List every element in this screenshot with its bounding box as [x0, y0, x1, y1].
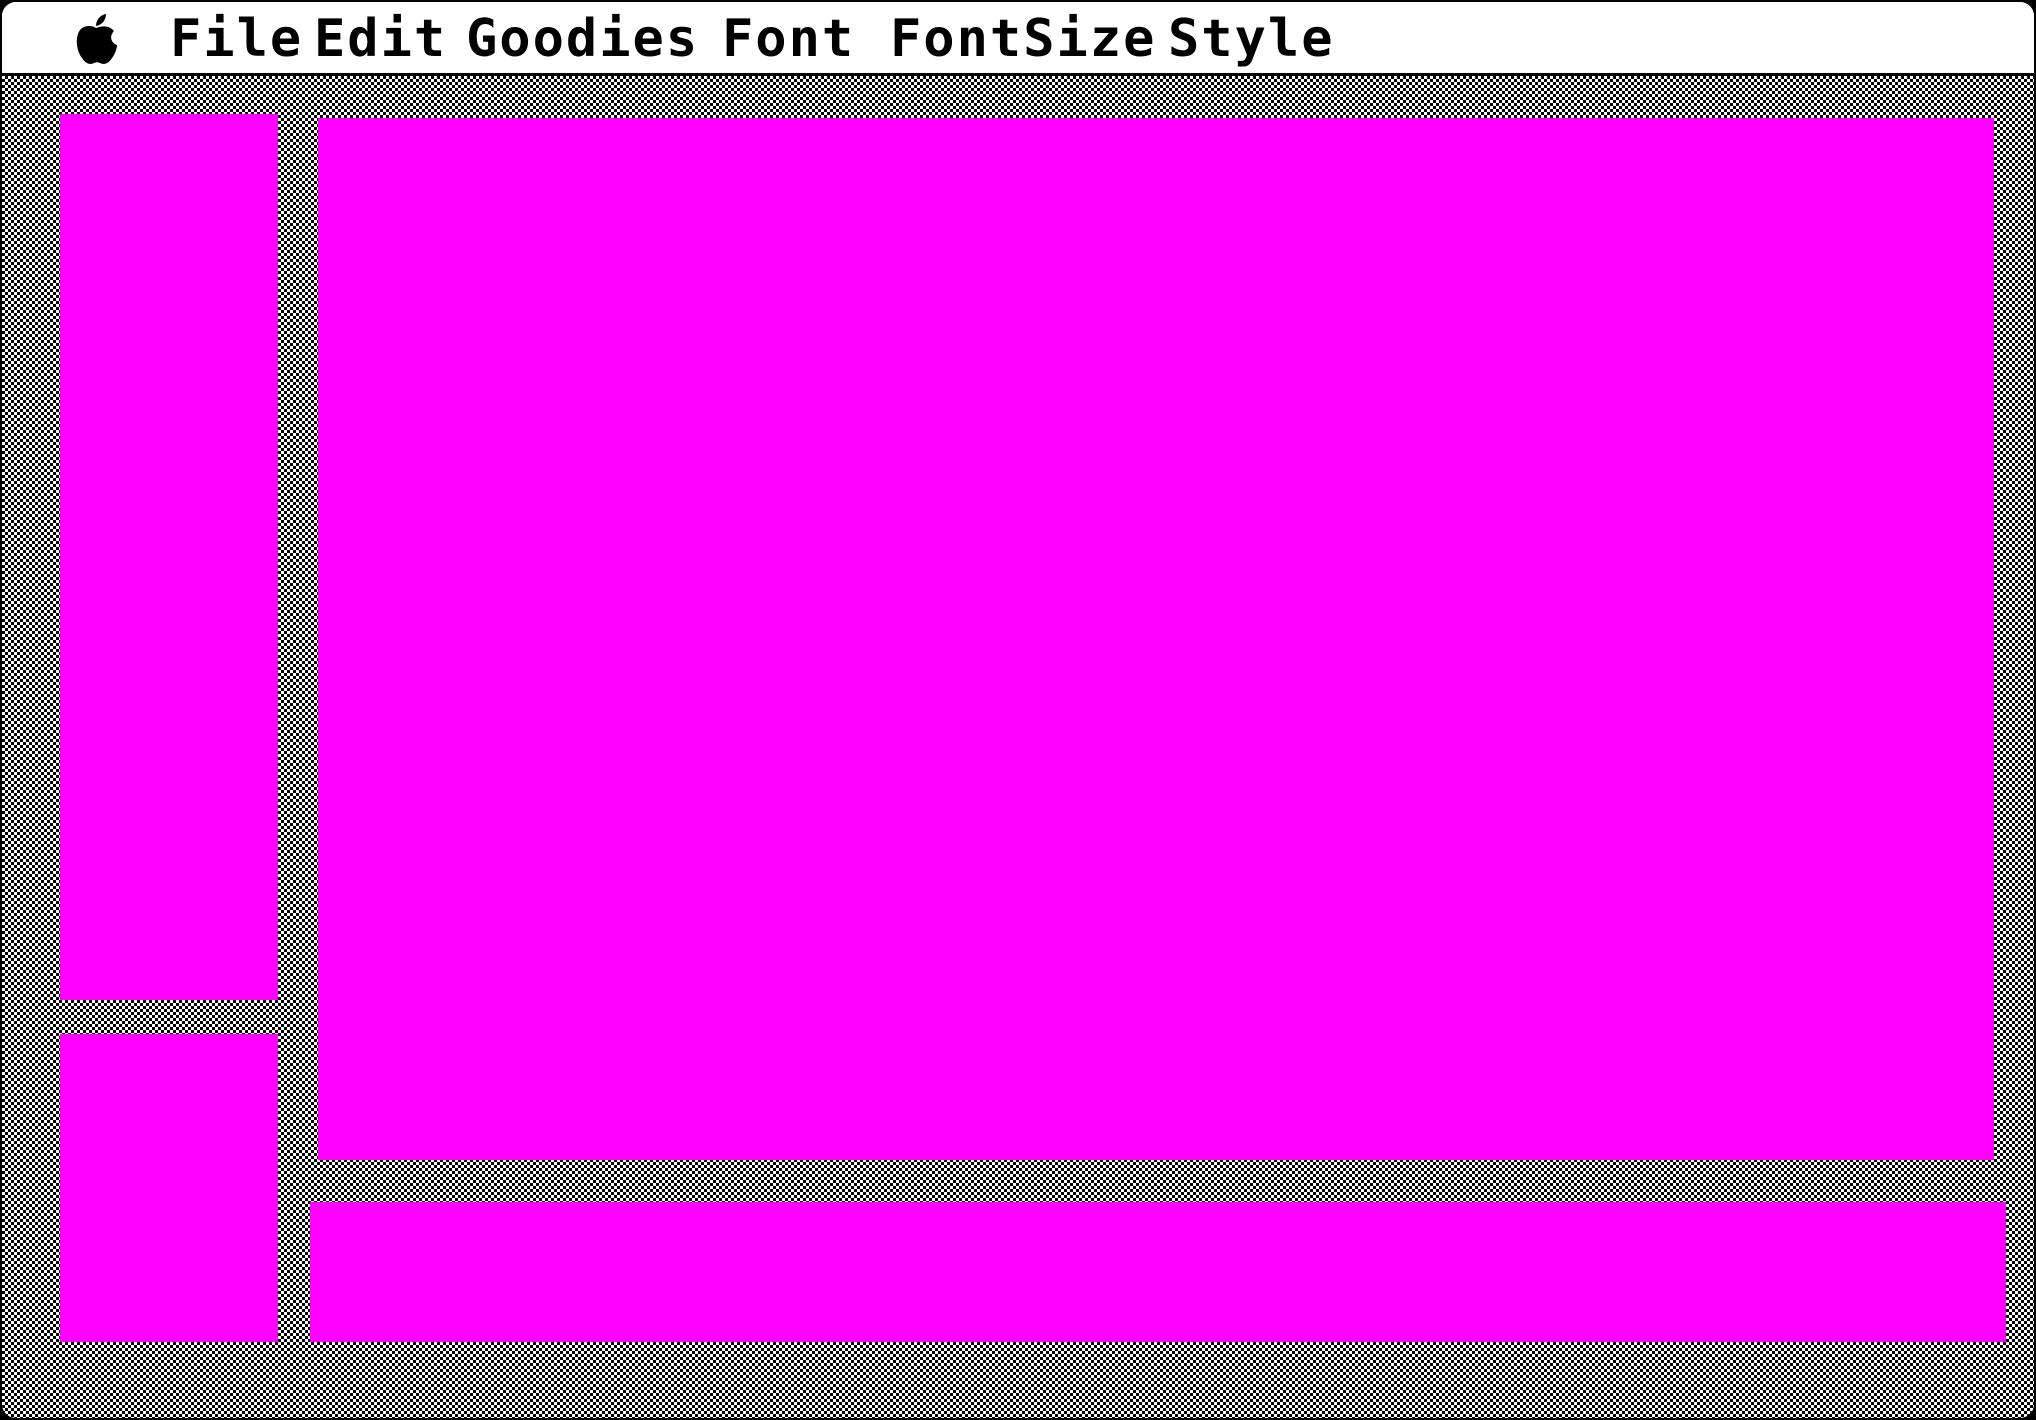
- desktop-background: [2, 76, 2034, 1418]
- menu-goodies[interactable]: Goodies: [466, 6, 699, 72]
- tool-options-box[interactable]: [60, 1034, 278, 1342]
- menu-file[interactable]: File: [170, 6, 303, 72]
- menu-bar: File Edit Goodies Font FontSize Style: [2, 2, 2034, 76]
- mac-screen-frame: File Edit Goodies Font FontSize Style: [2, 2, 2034, 1418]
- screen: File Edit Goodies Font FontSize Style: [0, 0, 2036, 1420]
- menu-font[interactable]: Font: [722, 6, 855, 72]
- apple-logo-icon[interactable]: [72, 12, 120, 66]
- menu-edit[interactable]: Edit: [314, 6, 447, 72]
- main-canvas[interactable]: [318, 118, 1994, 1160]
- menu-fontsize[interactable]: FontSize: [890, 6, 1156, 72]
- menu-style[interactable]: Style: [1168, 6, 1335, 72]
- bottom-strip[interactable]: [310, 1202, 2006, 1342]
- tools-palette[interactable]: [60, 114, 278, 1000]
